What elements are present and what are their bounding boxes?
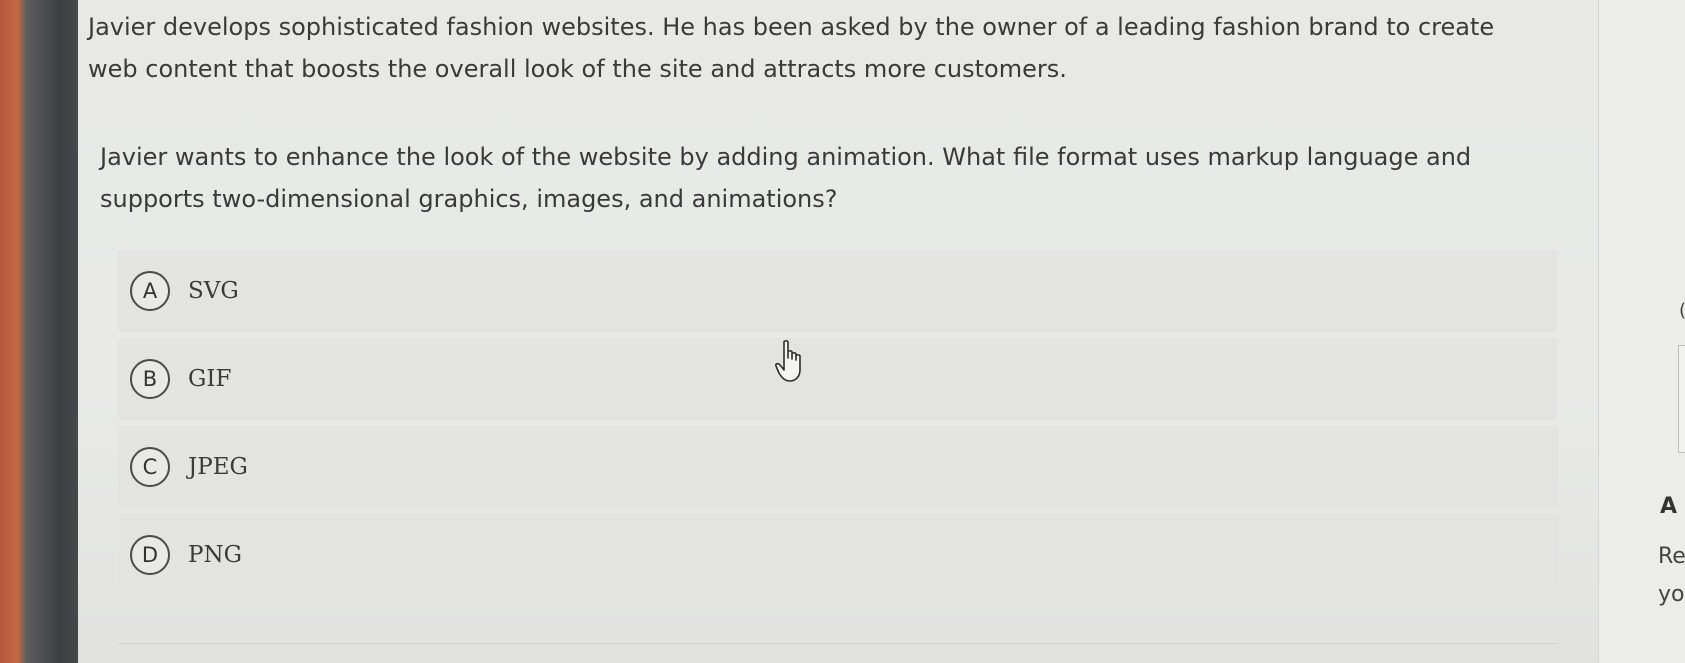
choice-label: GIF	[188, 366, 232, 392]
hand-pointer-icon	[775, 340, 801, 382]
choice-label: JPEG	[188, 454, 248, 480]
side-panel-heading: A	[1660, 494, 1678, 519]
side-panel-text-line-1: Re	[1658, 544, 1685, 569]
side-panel-box	[1678, 345, 1685, 453]
choice-a[interactable]: A SVG	[118, 250, 1558, 332]
question-panel: Javier develops sophisticated fashion we…	[78, 0, 1598, 663]
choice-letter-badge: D	[130, 535, 170, 575]
question-paragraph-1: Javier develops sophisticated fashion we…	[88, 13, 1495, 83]
divider	[118, 643, 1558, 644]
choice-c[interactable]: C JPEG	[118, 426, 1558, 508]
choice-letter-badge: A	[130, 271, 170, 311]
screen: Javier develops sophisticated fashion we…	[78, 0, 1685, 663]
choice-label: PNG	[188, 542, 242, 568]
choice-letter-badge: B	[130, 359, 170, 399]
answer-choices: A SVG B GIF C JPEG D PNG	[118, 250, 1558, 602]
choice-d[interactable]: D PNG	[118, 514, 1558, 596]
side-panel-text-line-2: yo	[1658, 582, 1685, 607]
choice-letter-badge: C	[130, 447, 170, 487]
choice-label: SVG	[188, 278, 239, 304]
question-paragraph-2: Javier wants to enhance the look of the …	[100, 143, 1472, 213]
monitor-bezel	[0, 0, 80, 663]
choice-b[interactable]: B GIF	[118, 338, 1558, 420]
side-panel-paren: (	[1679, 300, 1685, 321]
